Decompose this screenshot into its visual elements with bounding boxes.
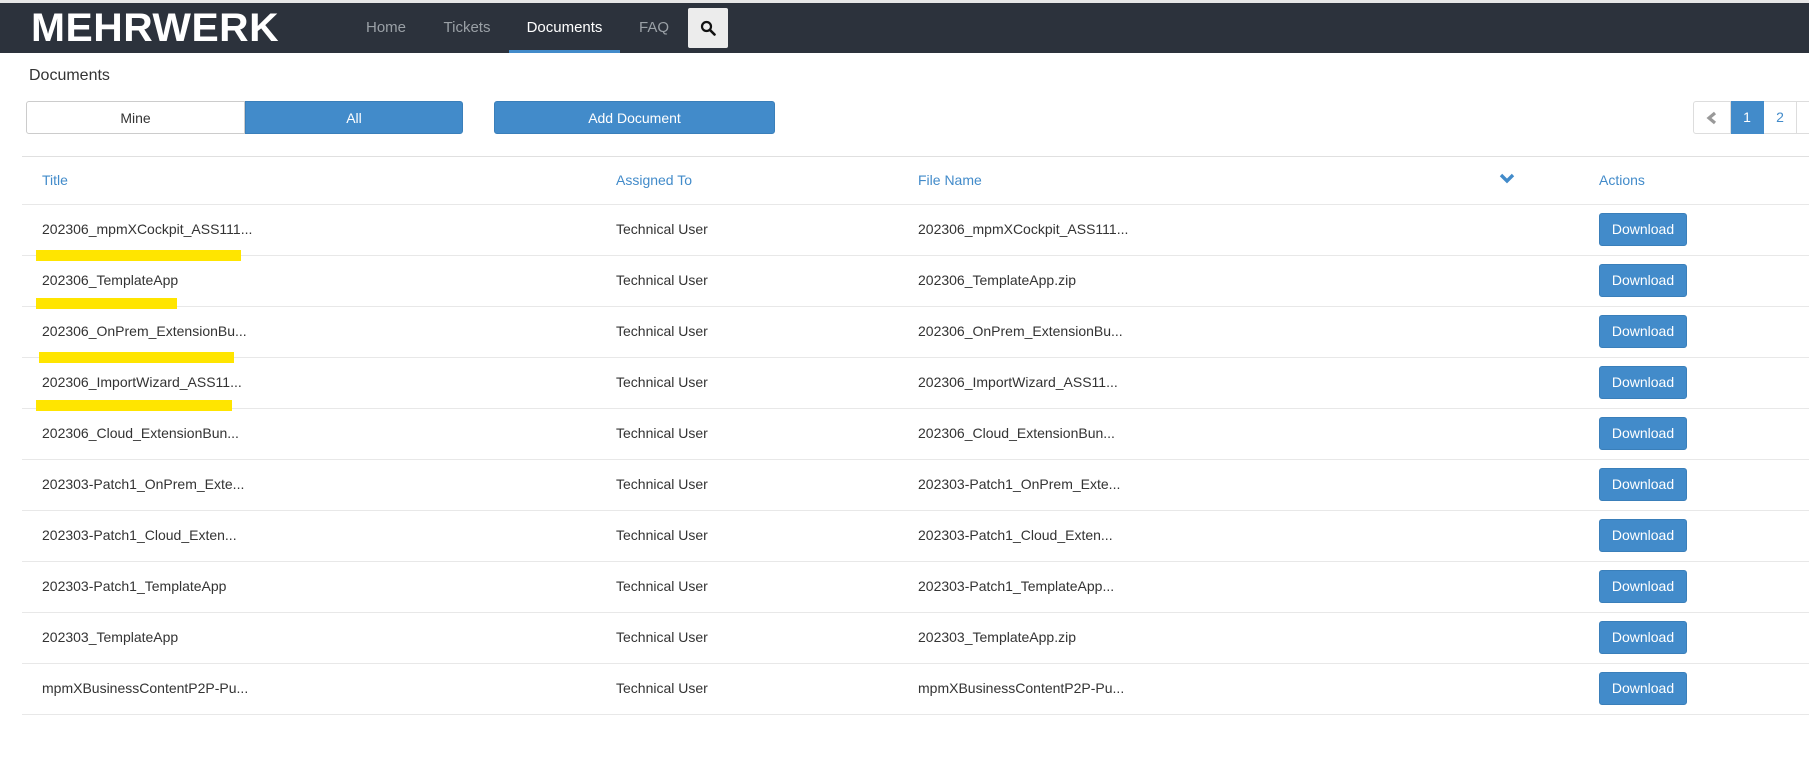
cell-title[interactable]: 202303-Patch1_OnPrem_Exte...: [42, 476, 244, 492]
cell-title[interactable]: mpmXBusinessContentP2P-Pu...: [42, 680, 248, 696]
table-row: mpmXBusinessContentP2P-Pu... Technical U…: [22, 664, 1809, 715]
search-button[interactable]: [688, 8, 728, 48]
download-button[interactable]: Download: [1599, 366, 1687, 399]
pagination-page-2[interactable]: 2: [1764, 101, 1797, 134]
table-row: 202306_mpmXCockpit_ASS111... Technical U…: [22, 205, 1809, 256]
nav-documents[interactable]: Documents: [509, 3, 620, 53]
cell-assigned-to: Technical User: [616, 272, 708, 288]
table-row: 202303-Patch1_OnPrem_Exte... Technical U…: [22, 460, 1809, 511]
nav-faq[interactable]: FAQ: [630, 3, 678, 53]
chevron-left-icon: [1706, 112, 1717, 125]
column-header-actions: Actions: [1599, 172, 1645, 188]
nav-tickets[interactable]: Tickets: [436, 3, 498, 53]
cell-title[interactable]: 202306_OnPrem_ExtensionBu...: [42, 323, 247, 339]
cell-file-name: 202306_ImportWizard_ASS11...: [918, 374, 1118, 390]
cell-title[interactable]: 202303-Patch1_Cloud_Exten...: [42, 527, 237, 543]
table-row: 202303-Patch1_TemplateApp Technical User…: [22, 562, 1809, 613]
cell-assigned-to: Technical User: [616, 680, 708, 696]
cell-assigned-to: Technical User: [616, 527, 708, 543]
cell-title[interactable]: 202306_mpmXCockpit_ASS111...: [42, 221, 252, 237]
cell-title[interactable]: 202303_TemplateApp: [42, 629, 178, 645]
download-button[interactable]: Download: [1599, 468, 1687, 501]
cell-file-name: 202303-Patch1_TemplateApp...: [918, 578, 1115, 594]
nav-home[interactable]: Home: [355, 3, 417, 53]
download-button[interactable]: Download: [1599, 621, 1687, 654]
pagination-page-1[interactable]: 1: [1731, 101, 1764, 134]
highlight-mark: [36, 400, 232, 411]
download-button[interactable]: Download: [1599, 417, 1687, 450]
cell-assigned-to: Technical User: [616, 476, 708, 492]
cell-file-name: 202303-Patch1_OnPrem_Exte...: [918, 476, 1121, 492]
cell-file-name: mpmXBusinessContentP2P-Pu...: [918, 680, 1125, 696]
download-button[interactable]: Download: [1599, 213, 1687, 246]
logo[interactable]: MEHRWERK: [31, 8, 279, 48]
page-title: Documents: [29, 67, 110, 84]
pagination-prev-button[interactable]: [1693, 101, 1731, 134]
filter-all-button[interactable]: All: [245, 101, 463, 134]
highlight-mark: [36, 250, 241, 261]
pagination: 1 2: [1693, 101, 1809, 134]
add-document-button[interactable]: Add Document: [494, 101, 775, 134]
cell-title[interactable]: 202306_ImportWizard_ASS11...: [42, 374, 242, 390]
search-icon: [700, 20, 716, 36]
table-row: 202303_TemplateApp Technical User 202303…: [22, 613, 1809, 664]
download-button[interactable]: Download: [1599, 570, 1687, 603]
cell-assigned-to: Technical User: [616, 425, 708, 441]
download-button[interactable]: Download: [1599, 519, 1687, 552]
highlight-mark: [39, 352, 234, 363]
download-button[interactable]: Download: [1599, 672, 1687, 705]
column-header-file-name[interactable]: File Name: [918, 172, 982, 188]
filter-mine-button[interactable]: Mine: [26, 101, 245, 134]
navbar: MEHRWERK Home Tickets Documents FAQ: [0, 3, 1809, 53]
column-header-assigned-to[interactable]: Assigned To: [616, 172, 692, 188]
cell-title[interactable]: 202306_TemplateApp: [42, 272, 178, 288]
cell-title[interactable]: 202303-Patch1_TemplateApp: [42, 578, 226, 594]
cell-file-name: 202303_TemplateApp.zip: [918, 629, 1077, 645]
cell-file-name: 202303-Patch1_Cloud_Exten...: [918, 527, 1113, 543]
download-button[interactable]: Download: [1599, 315, 1687, 348]
highlight-mark: [36, 298, 177, 309]
table-row: 202306_TemplateApp Technical User 202306…: [22, 256, 1809, 307]
table-row: 202303-Patch1_Cloud_Exten... Technical U…: [22, 511, 1809, 562]
table-row: 202306_ImportWizard_ASS11... Technical U…: [22, 358, 1809, 409]
pagination-next-button[interactable]: [1797, 101, 1809, 134]
cell-file-name: 202306_TemplateApp.zip: [918, 272, 1077, 288]
column-header-title[interactable]: Title: [42, 172, 68, 188]
download-button[interactable]: Download: [1599, 264, 1687, 297]
divider: [22, 156, 1809, 157]
cell-title[interactable]: 202306_Cloud_ExtensionBun...: [42, 425, 239, 441]
chevron-down-icon[interactable]: [1499, 172, 1515, 186]
cell-file-name: 202306_mpmXCockpit_ASS111...: [918, 221, 1129, 237]
cell-assigned-to: Technical User: [616, 629, 708, 645]
cell-assigned-to: Technical User: [616, 323, 708, 339]
cell-assigned-to: Technical User: [616, 578, 708, 594]
table-row: 202306_Cloud_ExtensionBun... Technical U…: [22, 409, 1809, 460]
cell-assigned-to: Technical User: [616, 374, 708, 390]
cell-file-name: 202306_OnPrem_ExtensionBu...: [918, 323, 1123, 339]
cell-file-name: 202306_Cloud_ExtensionBun...: [918, 425, 1115, 441]
table-row: 202306_OnPrem_ExtensionBu... Technical U…: [22, 307, 1809, 358]
cell-assigned-to: Technical User: [616, 221, 708, 237]
